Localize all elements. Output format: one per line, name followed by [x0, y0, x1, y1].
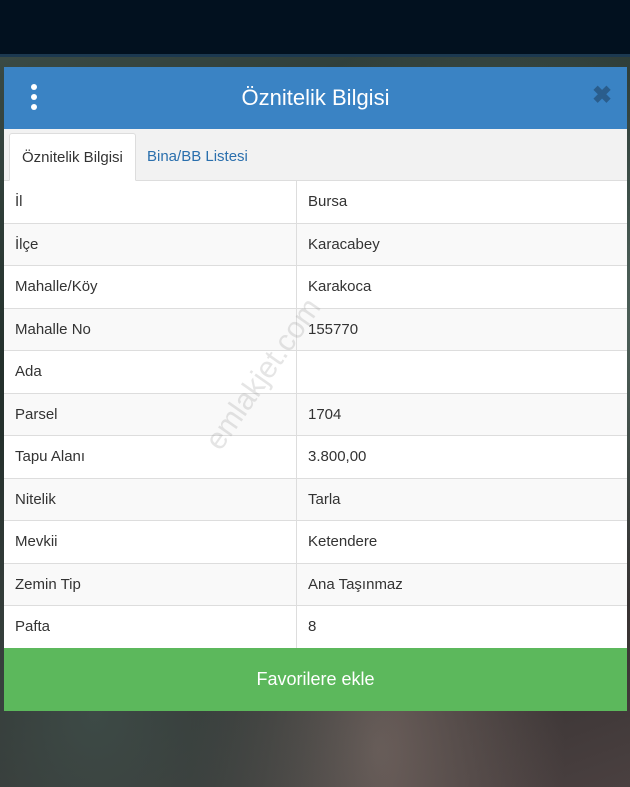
- close-icon[interactable]: ✖: [591, 84, 613, 108]
- attribute-value: Karacabey: [308, 235, 380, 253]
- tab-attribute-info[interactable]: Öznitelik Bilgisi: [9, 133, 136, 181]
- attribute-table: İl Bursa İlçe Karacabey Mahalle/Köy Kara…: [4, 181, 627, 649]
- table-row: Zemin Tip Ana Taşınmaz: [4, 563, 627, 606]
- table-row: Parsel 1704: [4, 393, 627, 436]
- app-top-bar: [0, 0, 630, 54]
- table-row: Mevkii Ketendere: [4, 521, 627, 564]
- table-row: Nitelik Tarla: [4, 478, 627, 521]
- attribute-value: Karakoca: [308, 278, 372, 295]
- attribute-key: Mahalle/Köy: [4, 266, 297, 308]
- table-row: İlçe Karacabey: [4, 223, 627, 266]
- table-row: Pafta 8: [4, 606, 627, 649]
- attribute-key: Nitelik: [4, 478, 297, 520]
- table-row: İl Bursa: [4, 181, 627, 224]
- attribute-value: Ana Taşınmaz: [308, 575, 403, 593]
- attribute-value: Ketendere: [308, 533, 378, 550]
- attribute-key: İl: [4, 181, 297, 223]
- attribute-value: 1704: [308, 405, 342, 423]
- attribute-value: 8: [308, 618, 317, 635]
- tab-bar: Öznitelik Bilgisi Bina/BB Listesi: [4, 129, 627, 181]
- attribute-info-dialog: Öznitelik Bilgisi ✖ Öznitelik Bilgisi Bi…: [4, 67, 627, 711]
- attribute-value: 3.800,00: [308, 448, 367, 465]
- attribute-key: Zemin Tip: [4, 563, 297, 605]
- attribute-value: Bursa: [308, 193, 348, 210]
- dialog-header: Öznitelik Bilgisi ✖: [4, 67, 627, 129]
- attribute-value: Tarla: [308, 490, 341, 508]
- attribute-value: 155770: [308, 320, 359, 338]
- attribute-key: Mevkii: [4, 521, 297, 563]
- tab-building-list[interactable]: Bina/BB Listesi: [135, 133, 260, 181]
- dialog-title: Öznitelik Bilgisi: [241, 85, 390, 110]
- attribute-value: [297, 351, 627, 393]
- table-row: Tapu Alanı 3.800,00: [4, 436, 627, 479]
- attribute-key: İlçe: [4, 223, 297, 265]
- table-row: Ada: [4, 351, 627, 394]
- attribute-key: Pafta: [4, 606, 297, 649]
- add-to-favorites-button[interactable]: Favorilere ekle: [4, 648, 627, 711]
- attribute-key: Mahalle No: [4, 308, 297, 350]
- attribute-key: Tapu Alanı: [4, 436, 297, 478]
